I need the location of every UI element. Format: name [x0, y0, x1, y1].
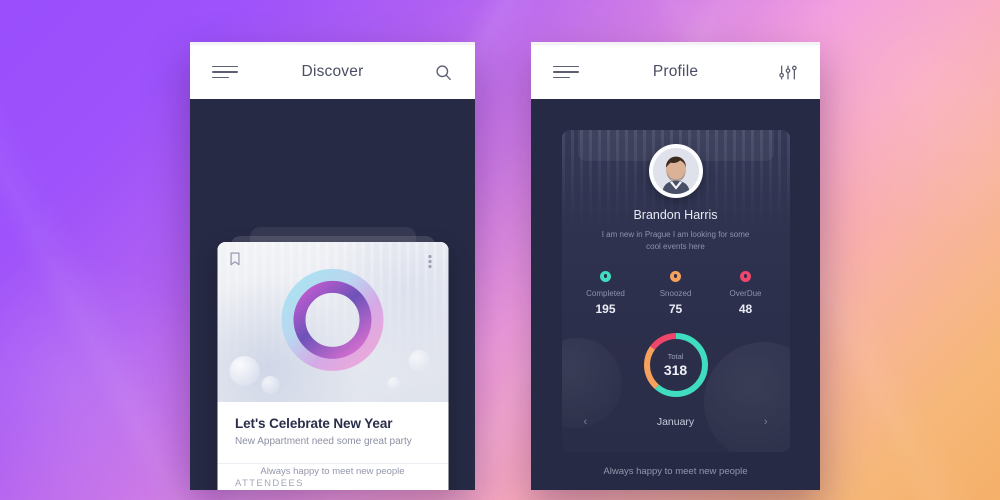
- event-card[interactable]: Let's Celebrate New Year New Appartment …: [217, 242, 448, 490]
- bookmark-icon[interactable]: [229, 252, 240, 271]
- phone-discover: Discover Let's Celebrate New Year New Ap…: [190, 42, 475, 490]
- donut-center-text: Total 318: [641, 330, 711, 400]
- background-streaks: [0, 0, 1000, 500]
- search-icon[interactable]: [434, 63, 453, 82]
- hero-bubble: [261, 376, 279, 394]
- avatar[interactable]: [648, 144, 703, 198]
- stat-value: 48: [738, 301, 753, 316]
- event-title: Let's Celebrate New Year: [235, 416, 393, 431]
- hamburger-icon[interactable]: [553, 65, 579, 79]
- donut-total-value: 318: [663, 361, 688, 378]
- profile-panel: Brandon Harris I am new in Prague I am l…: [561, 130, 790, 452]
- kebab-menu-icon[interactable]: [424, 252, 437, 271]
- status-dot-completed: [600, 270, 611, 282]
- month-navigation: ‹ January ›: [578, 415, 774, 430]
- profile-content: Brandon Harris I am new in Prague I am l…: [562, 130, 790, 430]
- profile-body: Brandon Harris I am new in Prague I am l…: [531, 99, 820, 490]
- stat-label: OverDue: [729, 288, 762, 298]
- event-subtitle: New Appartment need some great party: [235, 436, 412, 447]
- sliders-filter-icon[interactable]: [778, 63, 798, 82]
- stat-value: 75: [668, 301, 683, 316]
- hero-bubble: [229, 356, 259, 386]
- status-dot-overdue: [740, 270, 751, 282]
- profile-name: Brandon Harris: [633, 208, 718, 222]
- stat-completed[interactable]: Completed 195: [578, 270, 634, 316]
- stat-snoozed[interactable]: Snoozed 75: [648, 270, 704, 316]
- hamburger-icon[interactable]: [212, 65, 238, 79]
- profile-bio: I am new in Prague I am looking for some…: [601, 230, 750, 252]
- task-donut-chart: Total 318: [641, 330, 711, 400]
- discover-body: Let's Celebrate New Year New Appartment …: [190, 99, 475, 490]
- stat-label: Completed: [586, 288, 625, 298]
- phone-profile: Profile Brandon Harris I am new in Pragu…: [531, 42, 820, 490]
- stat-overdue[interactable]: OverDue 48: [718, 270, 774, 316]
- gradient-double-ring-icon: [281, 268, 385, 372]
- stat-label: Snoozed: [659, 288, 692, 298]
- event-card-text: Let's Celebrate New Year New Appartment …: [217, 402, 448, 463]
- discover-appbar: Discover: [190, 45, 475, 99]
- footer-note: Always happy to meet new people: [260, 466, 405, 477]
- event-card-hero: [217, 242, 448, 402]
- stats-row: Completed 195 Snoozed 75 OverDue 48: [578, 270, 774, 316]
- attendees-label: ATTENDEES: [235, 478, 304, 489]
- footer-note: Always happy to meet new people: [603, 466, 748, 477]
- profile-appbar: Profile: [531, 45, 820, 99]
- poster-scene: Discover Let's Celebrate New Year New Ap…: [0, 0, 1000, 500]
- chevron-left-icon[interactable]: ‹: [578, 415, 594, 430]
- month-label: January: [656, 416, 695, 429]
- background-blob-left: [0, 250, 200, 500]
- hero-bubble: [387, 377, 400, 390]
- hero-bubble: [408, 350, 430, 372]
- card-icon-row: [217, 252, 448, 271]
- chevron-right-icon[interactable]: ›: [758, 415, 774, 430]
- status-dot-snoozed: [670, 270, 681, 282]
- stat-value: 195: [595, 301, 616, 316]
- donut-label: Total: [667, 351, 684, 361]
